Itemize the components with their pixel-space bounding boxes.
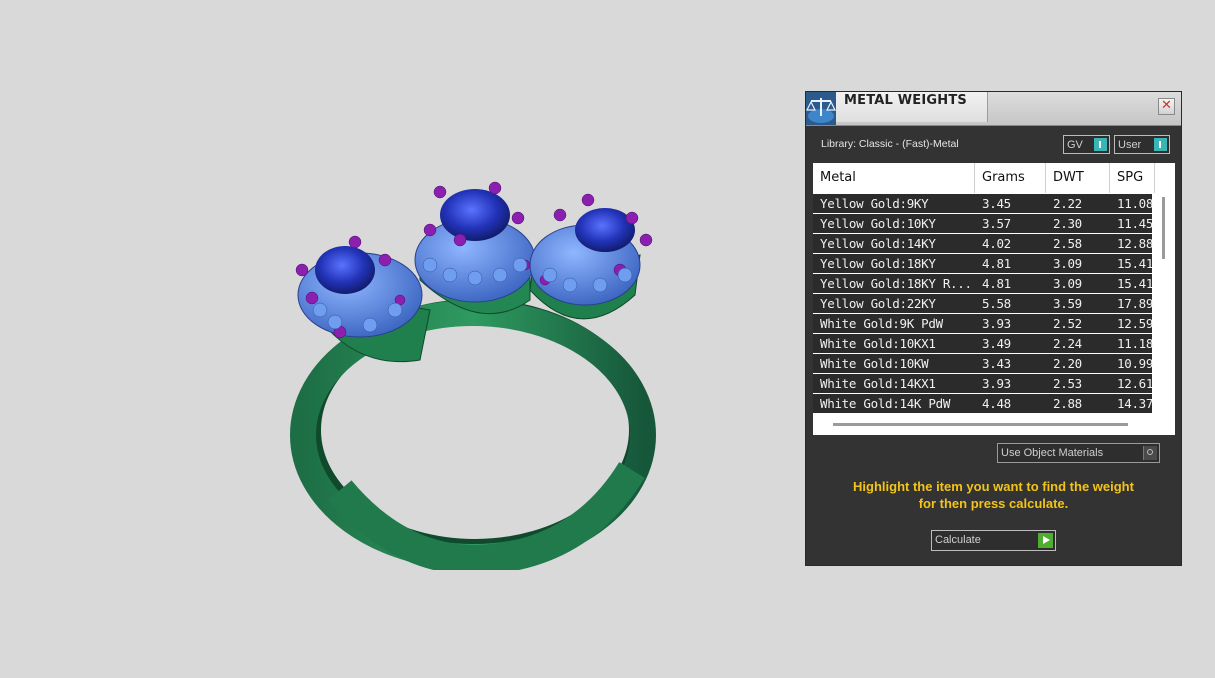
dwt-cell: 3.09 <box>1053 276 1082 291</box>
metal-weights-panel: METAL WEIGHTS ✕ Library: Classic - (Fast… <box>806 92 1181 565</box>
spg-cell: 11.08 <box>1117 196 1154 211</box>
grams-cell: 4.81 <box>982 256 1011 271</box>
grams-cell: 3.45 <box>982 196 1011 211</box>
table-header: Metal Grams DWT SPG <box>813 163 1175 193</box>
metal-cell: Yellow Gold:14KY <box>820 236 936 251</box>
use-object-materials-toggle[interactable]: Use Object Materials <box>997 443 1160 463</box>
spg-cell: 10.99 <box>1117 356 1154 371</box>
panel-titlebar[interactable]: METAL WEIGHTS ✕ <box>806 92 1181 126</box>
metal-cell: White Gold:9K PdW <box>820 316 943 331</box>
dwt-cell: 2.58 <box>1053 236 1082 251</box>
grams-cell: 5.58 <box>982 296 1011 311</box>
table-row[interactable]: Yellow Gold:22KY 5.58 3.59 17.89 <box>813 294 1154 313</box>
vertical-scrollbar[interactable] <box>1155 193 1175 435</box>
table-row[interactable]: White Gold:9K PdW 3.93 2.52 12.59 <box>813 314 1154 333</box>
spg-cell: 12.59 <box>1117 316 1154 331</box>
metal-cell: Yellow Gold:18KY <box>820 256 936 271</box>
table-row[interactable]: White Gold:14KX1 3.93 2.53 12.61 <box>813 374 1154 393</box>
table-row[interactable]: White Gold:10KW 3.43 2.20 10.99 <box>813 354 1154 373</box>
horizontal-scrollbar[interactable] <box>813 413 1155 435</box>
close-icon: ✕ <box>1161 98 1172 113</box>
metal-cell: White Gold:10KW <box>820 356 929 371</box>
horizontal-scroll-thumb[interactable] <box>833 423 1128 426</box>
3d-viewport[interactable] <box>0 0 800 678</box>
vertical-scroll-thumb[interactable] <box>1162 197 1165 259</box>
metal-cell: Yellow Gold:9KY <box>820 196 929 211</box>
user-toggle[interactable]: User <box>1114 135 1170 154</box>
spg-cell: 15.41 <box>1117 276 1154 291</box>
library-label: Library: Classic - (Fast)-Metal <box>821 138 959 150</box>
grams-cell: 3.49 <box>982 336 1011 351</box>
panel-title-tab: METAL WEIGHTS <box>836 92 988 122</box>
dwt-cell: 3.59 <box>1053 296 1082 311</box>
close-button[interactable]: ✕ <box>1158 98 1175 115</box>
ring-band-front-thick <box>328 461 645 570</box>
play-icon <box>1038 533 1053 548</box>
calculate-button[interactable]: Calculate <box>931 530 1056 551</box>
dwt-cell: 2.53 <box>1053 376 1082 391</box>
spg-cell: 12.61 <box>1117 376 1154 391</box>
table-row[interactable]: White Gold:10KX1 3.49 2.24 11.18 <box>813 334 1154 353</box>
metal-cell: White Gold:10KX1 <box>820 336 936 351</box>
stone-center <box>440 189 510 241</box>
table-row[interactable]: Yellow Gold:18KY 4.81 3.09 15.41 <box>813 254 1154 273</box>
metal-cell: Yellow Gold:18KY R... <box>820 276 972 291</box>
spg-cell: 17.89 <box>1117 296 1154 311</box>
table-row[interactable]: White Gold:14K PdW 4.48 2.88 14.37 <box>813 394 1154 413</box>
table-row[interactable]: Yellow Gold:14KY 4.02 2.58 12.88 <box>813 234 1154 253</box>
grams-cell: 3.43 <box>982 356 1011 371</box>
calculate-label: Calculate <box>935 534 981 546</box>
grams-cell: 4.81 <box>982 276 1011 291</box>
table-row[interactable]: Yellow Gold:9KY 3.45 2.22 11.08 <box>813 194 1154 213</box>
spg-cell: 12.88 <box>1117 236 1154 251</box>
metal-cell: White Gold:14KX1 <box>820 376 936 391</box>
metal-cell: White Gold:14K PdW <box>820 396 951 411</box>
dwt-cell: 2.20 <box>1053 356 1082 371</box>
spg-cell: 11.18 <box>1117 336 1154 351</box>
scales-icon <box>806 92 836 125</box>
dwt-cell: 3.09 <box>1053 256 1082 271</box>
dwt-cell: 2.88 <box>1053 396 1082 411</box>
column-header-dwt[interactable]: DWT <box>1046 163 1110 193</box>
panel-title: METAL WEIGHTS <box>844 93 967 108</box>
user-toggle-label: User <box>1118 139 1142 151</box>
column-header-metal[interactable]: Metal <box>813 163 975 193</box>
instruction-text: Highlight the item you want to find the … <box>821 478 1166 512</box>
use-object-materials-label: Use Object Materials <box>1001 447 1104 459</box>
column-header-spg[interactable]: SPG <box>1110 163 1155 193</box>
grams-cell: 4.02 <box>982 236 1011 251</box>
spg-cell: 11.45 <box>1117 216 1154 231</box>
metal-cell: Yellow Gold:22KY <box>820 296 936 311</box>
spg-cell: 15.41 <box>1117 256 1154 271</box>
table-row[interactable]: Yellow Gold:10KY 3.57 2.30 11.45 <box>813 214 1154 233</box>
grams-cell: 3.93 <box>982 316 1011 331</box>
grams-cell: 4.48 <box>982 396 1011 411</box>
dwt-cell: 2.22 <box>1053 196 1082 211</box>
spg-cell: 14.37 <box>1117 396 1154 411</box>
instruction-line: for then press calculate. <box>918 496 1069 511</box>
table-row[interactable]: Yellow Gold:18KY R... 4.81 3.09 15.41 <box>813 274 1154 293</box>
toggle-indicator-icon <box>1154 138 1167 151</box>
dwt-cell: 2.24 <box>1053 336 1082 351</box>
dwt-cell: 2.52 <box>1053 316 1082 331</box>
grams-cell: 3.57 <box>982 216 1011 231</box>
metal-cell: Yellow Gold:10KY <box>820 216 936 231</box>
dwt-cell: 2.30 <box>1053 216 1082 231</box>
stone-left <box>315 246 375 294</box>
gv-toggle-label: GV <box>1067 139 1083 151</box>
metal-table: Metal Grams DWT SPG Yellow Gold:9KY 3.45… <box>813 163 1175 435</box>
column-header-grams[interactable]: Grams <box>975 163 1046 193</box>
radio-indicator-icon <box>1143 446 1157 460</box>
toggle-indicator-icon <box>1094 138 1107 151</box>
grams-cell: 3.93 <box>982 376 1011 391</box>
stone-right <box>575 208 635 252</box>
ring-model[interactable] <box>280 170 700 570</box>
instruction-line: Highlight the item you want to find the … <box>853 479 1134 494</box>
gv-toggle[interactable]: GV <box>1063 135 1110 154</box>
